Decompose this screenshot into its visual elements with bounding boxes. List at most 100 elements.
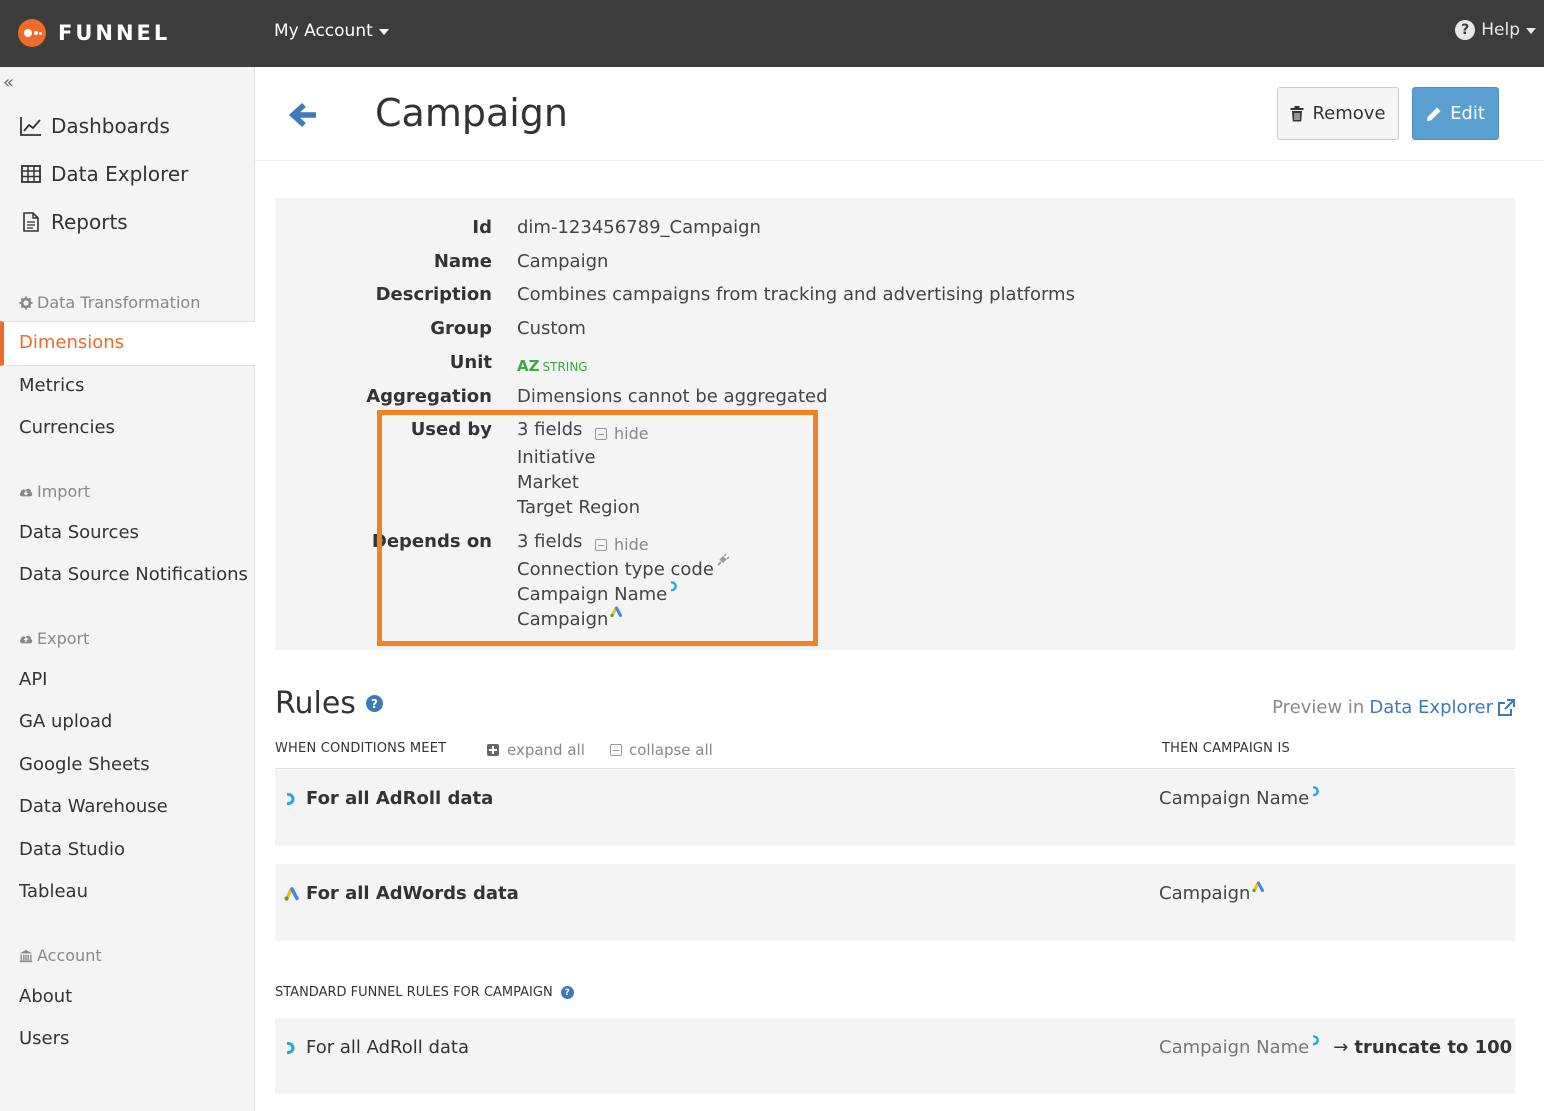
depends-on-field[interactable]: Campaign [517,606,623,630]
sidebar-item-data-explorer[interactable]: Data Explorer [20,162,188,186]
used-by-label: Used by [410,419,492,440]
plug-icon [717,553,730,566]
adroll-icon [1313,785,1320,796]
page-title: Campaign [375,91,569,135]
account-menu[interactable]: My Account [274,21,389,41]
adroll-icon [286,792,295,805]
expand-all-link[interactable]: expand all [487,741,585,759]
line-chart-icon [20,117,41,136]
question-circle-icon[interactable]: ? [365,695,383,712]
description-label: Description [375,284,492,305]
depends-on-hide-toggle[interactable]: hide [595,535,649,554]
sidebar-item-google-sheets[interactable]: Google Sheets [19,754,150,775]
sidebar-item-data-warehouse[interactable]: Data Warehouse [19,796,168,817]
unit-value: AZ STRING [517,355,588,376]
back-arrow-icon[interactable] [289,100,319,130]
dimension-details: Id dim-123456789_Campaign Name Campaign … [275,198,1515,650]
expand-all-label: expand all [507,741,585,759]
id-label: Id [472,217,492,238]
hide-label: hide [614,535,649,554]
collapse-all-link[interactable]: collapse all [610,741,713,759]
rule-row[interactable]: For all AdWords data Campaign [275,864,1515,941]
cloud-download-icon [20,488,33,496]
standard-rule-row[interactable]: For all AdRoll data Campaign Name → trun… [275,1018,1515,1094]
used-by-field[interactable]: Market [517,472,579,493]
cloud-upload-icon [20,635,33,643]
name-value: Campaign [517,251,609,272]
preview-in-data-explorer: Preview in Data Explorer [1272,697,1515,718]
minus-square-icon [595,538,607,551]
standard-rules-title: STANDARD FUNNEL RULES FOR CAMPAIGN [275,985,553,1000]
sidebar-item-api[interactable]: API [19,669,47,690]
sidebar-item-data-studio[interactable]: Data Studio [19,839,125,860]
sidebar-item-about[interactable]: About [19,986,72,1007]
sidebar-item-label: Dashboards [51,114,170,138]
aggregation-value: Dimensions cannot be aggregated [517,386,828,407]
rule-row[interactable]: For all AdRoll data Campaign Name [275,770,1515,846]
sidebar-item-users[interactable]: Users [19,1028,69,1049]
field-label: Campaign [517,609,609,630]
section-import: Import [19,482,90,501]
section-export: Export [19,629,89,648]
section-title: Data Transformation [37,293,201,312]
question-circle-icon[interactable]: ? [560,986,574,999]
sidebar-item-dimensions[interactable]: Dimensions [0,321,255,366]
group-label: Group [430,318,492,339]
sidebar-item-data-sources[interactable]: Data Sources [19,522,139,543]
sidebar-item-reports[interactable]: Reports [20,210,128,234]
standard-rules-heading: STANDARD FUNNEL RULES FOR CAMPAIGN ? [275,985,574,1000]
unit-type: STRING [542,360,588,374]
used-by-field[interactable]: Initiative [517,447,596,468]
section-title: Account [37,946,102,965]
data-explorer-link[interactable]: Data Explorer [1369,697,1493,718]
section-title: Export [37,629,90,648]
sidebar-item-currencies[interactable]: Currencies [19,417,115,438]
sidebar-item-data-source-notifications[interactable]: Data Source Notifications [19,564,248,585]
group-value: Custom [517,318,586,339]
account-menu-label: My Account [274,21,373,41]
field-label: Connection type code [517,559,714,580]
used-by-field[interactable]: Target Region [517,497,640,518]
id-value: dim-123456789_Campaign [517,217,761,238]
depends-on-count: 3 fields [517,531,583,552]
rule-condition: For all AdRoll data [284,788,493,809]
external-link-icon[interactable] [1497,698,1515,717]
unit-label: Unit [449,352,492,373]
sidebar-item-tableau[interactable]: Tableau [19,881,88,902]
rule-condition-label: For all AdRoll data [306,1037,470,1058]
depends-on-label: Depends on [371,531,492,552]
sidebar-item-label: Dimensions [19,332,125,353]
remove-button[interactable]: Remove [1277,87,1399,140]
collapse-all-label: collapse all [629,741,713,759]
rule-result: Campaign Name → truncate to 100 [1159,1034,1513,1058]
page-header: Campaign Remove Edit [255,67,1544,161]
sidebar-item-ga-upload[interactable]: GA upload [19,711,112,732]
edit-button[interactable]: Edit [1412,87,1499,140]
name-label: Name [433,251,492,272]
rule-operation: truncate to 100 [1354,1037,1513,1058]
help-menu-label: Help [1481,20,1520,40]
sidebar-item-metrics[interactable]: Metrics [19,375,84,396]
adwords-icon [1252,881,1265,892]
column-header-result: THEN CAMPAIGN IS [1162,741,1290,756]
depends-on-field[interactable]: Campaign Name [517,581,681,605]
brand[interactable]: FUNNEL [18,18,170,48]
rule-condition: For all AdWords data [284,883,519,904]
question-circle-icon: ? [1455,20,1476,40]
rule-result-label: Campaign Name [1159,1037,1310,1058]
arrow-icon: → [1333,1037,1349,1058]
used-by-hide-toggle[interactable]: hide [595,424,649,443]
aggregation-label: Aggregation [366,386,492,407]
depends-on-field[interactable]: Connection type code [517,553,730,580]
adwords-icon [610,606,623,617]
unit-badge: AZ [517,357,540,375]
collapse-sidebar-icon[interactable]: « [3,72,14,93]
sidebar-item-dashboards[interactable]: Dashboards [20,114,170,138]
rule-condition-label: For all AdWords data [306,883,519,904]
rules-title: Rules ? [275,686,383,721]
section-account: Account [19,946,102,965]
help-menu[interactable]: ? Help [1455,20,1536,40]
rules-heading: Rules [275,686,356,721]
pencil-icon [1427,107,1441,121]
adroll-icon [1313,1034,1320,1045]
